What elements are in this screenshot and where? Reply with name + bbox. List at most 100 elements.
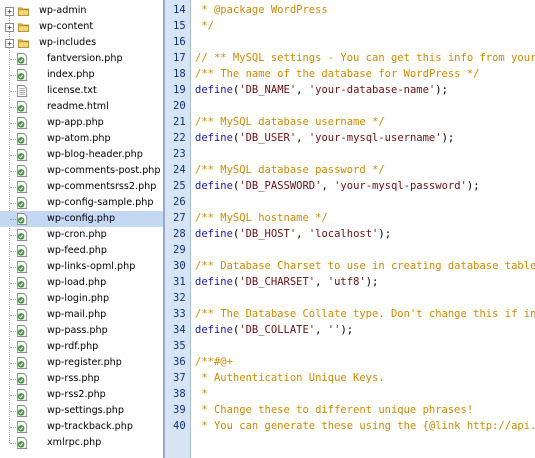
code-token: );: [435, 84, 448, 96]
code-token: * You can generate these using the {@lin…: [201, 420, 535, 432]
line-number: 29: [173, 244, 186, 256]
php-file-icon: [17, 165, 28, 177]
tree-file[interactable]: readme.html: [0, 99, 163, 115]
tree-item-label: license.txt: [47, 85, 97, 96]
tree-file[interactable]: wp-feed.php: [0, 243, 163, 259]
line-number: 37: [173, 372, 186, 384]
code-token: 'your-mysql-username': [308, 132, 442, 144]
code-token: 'your-mysql-password': [334, 180, 467, 192]
tree-item-label: wp-rss2.php: [47, 389, 106, 400]
line-number: 38: [173, 388, 186, 400]
php-file-icon: [17, 309, 28, 321]
php-file-icon: [17, 149, 28, 161]
tree-file[interactable]: wp-commentsrss2.php: [0, 179, 163, 195]
tree-file[interactable]: wp-mail.php: [0, 307, 163, 323]
tree-item-label: wp-cron.php: [47, 229, 107, 240]
code-token: ,: [296, 132, 309, 144]
php-file-icon: [17, 117, 28, 129]
tree-file[interactable]: wp-blog-header.php: [0, 147, 163, 163]
tree-file[interactable]: wp-cron.php: [0, 227, 163, 243]
code-line: /** The name of the database for WordPre…: [195, 66, 479, 82]
line-number: 22: [173, 132, 186, 144]
tree-item-label: wp-commentsrss2.php: [47, 181, 157, 192]
tree-file[interactable]: fantversion.php: [0, 51, 163, 67]
php-file-icon: [17, 357, 28, 369]
tree-file[interactable]: wp-config.php: [0, 211, 163, 227]
tree-file[interactable]: wp-register.php: [0, 355, 163, 371]
line-number: 39: [173, 404, 186, 416]
tree-file[interactable]: wp-login.php: [0, 291, 163, 307]
code-line: * @package WordPress: [195, 2, 328, 18]
code-token: /** The name of the database for WordPre…: [195, 68, 480, 80]
tree-folder[interactable]: + wp-content: [0, 19, 163, 35]
php-file-icon: [17, 245, 28, 257]
code-token: 'your-database-name': [308, 84, 436, 96]
tree-file[interactable]: wp-atom.php: [0, 131, 163, 147]
code-token: /** Database Charset to use in creating …: [195, 260, 535, 272]
code-line: define('DB_CHARSET', 'utf8');: [195, 274, 378, 290]
tree-item-label: wp-config.php: [47, 213, 116, 224]
code-token: */: [195, 20, 214, 32]
tree-item-label: wp-load.php: [47, 277, 107, 288]
code-editor[interactable]: * @package WordPress */ // ** MySQL setti…: [191, 0, 535, 458]
tree-item-label: wp-includes: [39, 37, 97, 48]
code-line: * Change these to different unique phras…: [195, 402, 473, 418]
tree-item-label: wp-feed.php: [47, 245, 107, 256]
code-token: '': [327, 324, 341, 336]
php-file-icon: [17, 133, 28, 145]
file-tree: + wp-admin + wp-content + wp-includes fantvers…: [0, 0, 163, 458]
tree-file[interactable]: wp-rss2.php: [0, 387, 163, 403]
tree-file[interactable]: wp-load.php: [0, 275, 163, 291]
tree-file[interactable]: wp-app.php: [0, 115, 163, 131]
line-number: 30: [173, 260, 186, 272]
tree-file[interactable]: index.php: [0, 67, 163, 83]
code-line: /** MySQL database password */: [195, 162, 385, 178]
tree-folder[interactable]: + wp-includes: [0, 35, 163, 51]
tree-folder[interactable]: + wp-admin: [0, 3, 163, 19]
php-file-icon: [17, 69, 28, 81]
tree-file[interactable]: wp-trackback.php: [0, 419, 163, 435]
tree-file[interactable]: wp-comments-post.php: [0, 163, 163, 179]
tree-file[interactable]: wp-links-opml.php: [0, 259, 163, 275]
tree-item-label: readme.html: [47, 101, 109, 112]
php-file-icon: [17, 197, 28, 209]
code-token: );: [378, 228, 392, 240]
tree-file[interactable]: wp-rdf.php: [0, 339, 163, 355]
tree-item-label: index.php: [47, 69, 95, 80]
code-line: /** The Database Collate type. Don't cha…: [195, 306, 535, 322]
line-number: 18: [173, 68, 186, 80]
code-token: // ** MySQL settings - You can get this …: [195, 52, 535, 64]
php-file-icon: [17, 229, 28, 241]
php-file-icon: [17, 405, 28, 417]
expand-toggle-icon[interactable]: +: [5, 23, 14, 32]
line-number: 24: [173, 164, 186, 176]
code-token: /** The Database Collate type. Don't cha…: [195, 308, 535, 320]
tree-item-label: fantversion.php: [47, 53, 123, 64]
line-number: 40: [173, 420, 186, 432]
tree-item-label: wp-mail.php: [47, 309, 107, 320]
code-token: * @package WordPress: [195, 4, 328, 16]
code-token: 'DB_CHARSET': [239, 276, 316, 288]
code-line: define('DB_USER', 'your-mysql-username')…: [195, 130, 454, 146]
tree-file[interactable]: wp-settings.php: [0, 403, 163, 419]
line-number: 16: [173, 36, 186, 48]
code-line: define('DB_COLLATE', '');: [195, 322, 353, 338]
code-token: );: [466, 180, 480, 192]
tree-file[interactable]: xmlrpc.php: [0, 435, 163, 451]
code-token: ,: [321, 180, 335, 192]
code-line: *: [195, 386, 207, 402]
tree-file[interactable]: wp-pass.php: [0, 323, 163, 339]
tree-item-label: xmlrpc.php: [47, 437, 102, 448]
tree-file[interactable]: wp-config-sample.php: [0, 195, 163, 211]
code-line: * Authentication Unique Keys.: [195, 370, 384, 386]
expand-toggle-icon[interactable]: +: [5, 7, 14, 16]
line-number: 19: [173, 84, 186, 96]
php-file-icon: [17, 277, 28, 289]
tree-file[interactable]: license.txt: [0, 83, 163, 99]
php-file-icon: [17, 341, 28, 353]
tree-file[interactable]: wp-rss.php: [0, 371, 163, 387]
code-token: /** MySQL database password */: [195, 164, 385, 176]
expand-toggle-icon[interactable]: +: [5, 39, 14, 48]
line-number: 15: [173, 20, 186, 32]
code-token: 'DB_COLLATE': [239, 324, 316, 336]
